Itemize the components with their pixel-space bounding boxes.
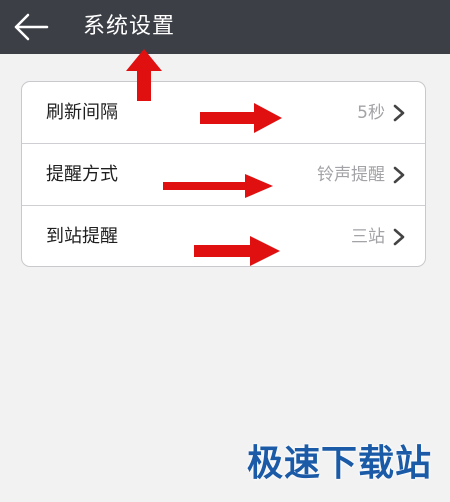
setting-value: 三站: [351, 227, 385, 247]
arrow-right-icon: [163, 174, 273, 198]
chevron-right-icon: [393, 228, 405, 246]
arrow-right-icon: [200, 103, 282, 133]
chevron-right-icon: [393, 104, 405, 122]
chevron-right-icon: [393, 166, 405, 184]
arrow-left-icon: [14, 13, 49, 41]
setting-label: 提醒方式: [46, 164, 118, 185]
arrow-right-icon: [194, 236, 280, 266]
setting-value: 5秒: [357, 103, 385, 123]
setting-label: 到站提醒: [46, 226, 118, 247]
top-navigation-bar: 系统设置: [0, 0, 450, 54]
page-title: 系统设置: [83, 14, 176, 39]
arrow-up-icon: [126, 49, 162, 101]
watermark-logo: 极速下载站: [246, 443, 432, 484]
setting-label: 刷新间隔: [46, 102, 118, 123]
setting-value: 铃声提醒: [317, 165, 385, 185]
back-button[interactable]: [10, 8, 52, 46]
